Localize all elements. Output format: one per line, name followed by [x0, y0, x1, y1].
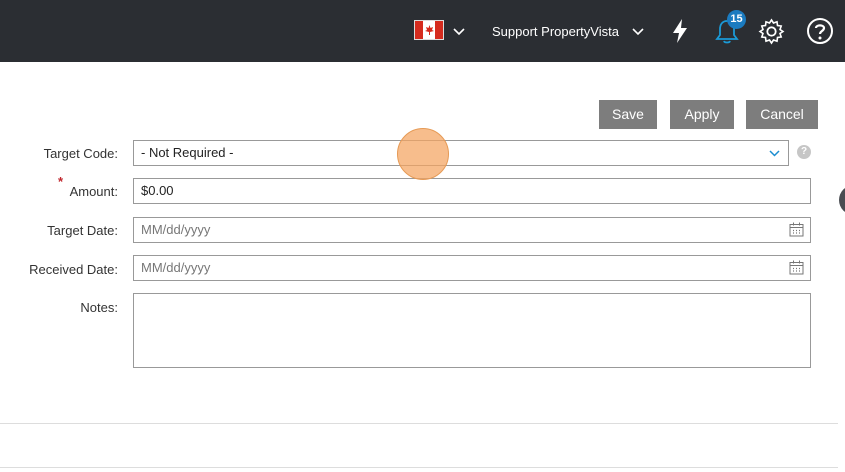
- gear-icon[interactable]: [758, 18, 785, 45]
- calendar-icon[interactable]: [789, 222, 804, 237]
- received-date-label: Received Date:: [29, 262, 118, 277]
- section-divider: [0, 467, 838, 468]
- notes-textarea[interactable]: [133, 293, 811, 368]
- amount-input[interactable]: $0.00: [133, 178, 811, 204]
- section-divider: [0, 423, 838, 424]
- apply-button[interactable]: Apply: [670, 100, 734, 129]
- canada-flag-icon[interactable]: [414, 20, 444, 40]
- chevron-down-icon[interactable]: [768, 149, 781, 158]
- info-icon[interactable]: ?: [797, 145, 811, 159]
- floating-action-button-edge[interactable]: [839, 185, 845, 215]
- maple-leaf-icon: [425, 25, 434, 35]
- target-date-placeholder: MM/dd/yyyy: [141, 222, 211, 237]
- target-code-label: Target Code:: [43, 146, 118, 161]
- account-selector-label[interactable]: Support PropertyVista: [492, 24, 619, 39]
- save-button[interactable]: Save: [599, 100, 657, 129]
- flag-band-right: [435, 21, 443, 39]
- amount-label: Amount:: [69, 184, 118, 199]
- amount-value: $0.00: [141, 183, 174, 198]
- target-date-input[interactable]: MM/dd/yyyy: [133, 217, 811, 243]
- received-date-input[interactable]: MM/dd/yyyy: [133, 255, 811, 281]
- top-navigation-bar: Support PropertyVista 15: [0, 0, 845, 62]
- chevron-down-icon[interactable]: [452, 27, 466, 37]
- cursor-highlight: [397, 128, 449, 180]
- target-code-value: - Not Required -: [141, 145, 234, 160]
- help-icon[interactable]: [806, 17, 834, 45]
- target-code-select[interactable]: - Not Required -: [133, 140, 789, 166]
- target-date-label: Target Date:: [47, 223, 118, 238]
- received-date-placeholder: MM/dd/yyyy: [141, 260, 211, 275]
- calendar-icon[interactable]: [789, 260, 804, 275]
- flag-band-left: [415, 21, 423, 39]
- notes-label: Notes:: [80, 300, 118, 315]
- chevron-down-icon[interactable]: [631, 27, 645, 37]
- notification-badge: 15: [727, 10, 746, 29]
- cancel-button[interactable]: Cancel: [746, 100, 818, 129]
- bolt-icon[interactable]: [671, 18, 689, 44]
